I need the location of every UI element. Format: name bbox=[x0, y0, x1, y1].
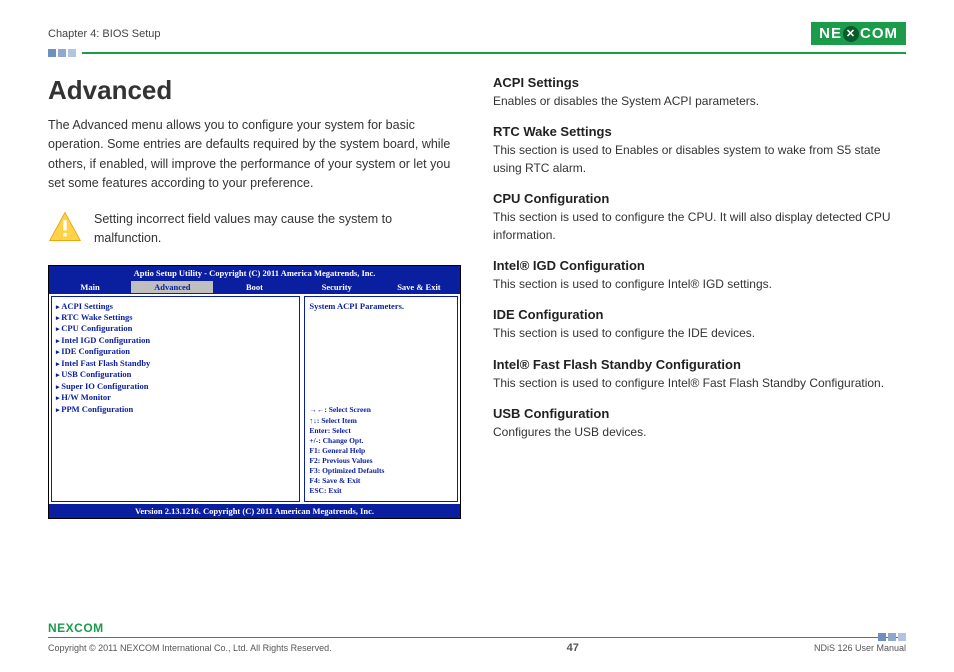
bios-tab-security: Security bbox=[296, 281, 378, 293]
bios-help-line: +/-: Change Opt. bbox=[309, 436, 453, 446]
chapter-label: Chapter 4: BIOS Setup bbox=[48, 28, 161, 40]
bios-tab-boot: Boot bbox=[213, 281, 295, 293]
bios-screenshot: Aptio Setup Utility - Copyright (C) 2011… bbox=[48, 265, 461, 519]
bios-menu-item: PPM Configuration bbox=[56, 404, 295, 415]
bios-menu-item: H/W Monitor bbox=[56, 392, 295, 403]
section-igd: Intel® IGD Configuration This section is… bbox=[493, 258, 906, 293]
bios-menu-item: IDE Configuration bbox=[56, 346, 295, 357]
footer-copyright: Copyright © 2011 NEXCOM International Co… bbox=[48, 643, 332, 653]
section-heading: ACPI Settings bbox=[493, 75, 906, 90]
footer-brand: NEXCOM bbox=[48, 621, 104, 635]
section-heading: Intel® Fast Flash Standby Configuration bbox=[493, 357, 906, 372]
brand-logo: NE✕COM bbox=[811, 22, 906, 45]
footer-rule bbox=[48, 637, 906, 638]
section-heading: RTC Wake Settings bbox=[493, 124, 906, 139]
bios-help-line: →←: Select Screen bbox=[309, 405, 453, 415]
section-text: Enables or disables the System ACPI para… bbox=[493, 93, 906, 110]
section-heading: CPU Configuration bbox=[493, 191, 906, 206]
bios-help-line: F1: General Help bbox=[309, 446, 453, 456]
bios-help-line: Enter: Select bbox=[309, 426, 453, 436]
section-text: This section is used to configure the CP… bbox=[493, 209, 906, 244]
section-heading: USB Configuration bbox=[493, 406, 906, 421]
page-title: Advanced bbox=[48, 75, 461, 106]
section-text: This section is used to configure Intel®… bbox=[493, 375, 906, 392]
page-number: 47 bbox=[567, 642, 579, 654]
section-rtc: RTC Wake Settings This section is used t… bbox=[493, 124, 906, 177]
section-heading: IDE Configuration bbox=[493, 307, 906, 322]
bios-version-bar: Version 2.13.1216. Copyright (C) 2011 Am… bbox=[49, 504, 460, 518]
bios-help-line: F2: Previous Values bbox=[309, 456, 453, 466]
intro-text: The Advanced menu allows you to configur… bbox=[48, 116, 461, 194]
bios-menu-item: CPU Configuration bbox=[56, 323, 295, 334]
bios-menu-item: ACPI Settings bbox=[56, 301, 295, 312]
bios-menu-list: ACPI Settings RTC Wake Settings CPU Conf… bbox=[51, 296, 300, 502]
bios-help-line: ESC: Exit bbox=[309, 486, 453, 496]
section-text: Configures the USB devices. bbox=[493, 424, 906, 441]
section-usb: USB Configuration Configures the USB dev… bbox=[493, 406, 906, 441]
section-cpu: CPU Configuration This section is used t… bbox=[493, 191, 906, 244]
bios-tab-advanced: Advanced bbox=[131, 281, 213, 293]
bios-help-line: ↑↓: Select Item bbox=[309, 416, 453, 426]
bios-tab-save-exit: Save & Exit bbox=[378, 281, 460, 293]
footer-doc-title: NDiS 126 User Manual bbox=[814, 643, 906, 653]
warning-text: Setting incorrect field values may cause… bbox=[94, 210, 461, 248]
section-text: This section is used to configure Intel®… bbox=[493, 276, 906, 293]
bios-title-bar: Aptio Setup Utility - Copyright (C) 2011… bbox=[49, 266, 460, 280]
section-acpi: ACPI Settings Enables or disables the Sy… bbox=[493, 75, 906, 110]
section-text: This section is used to Enables or disab… bbox=[493, 142, 906, 177]
bios-help-line: F4: Save & Exit bbox=[309, 476, 453, 486]
bios-help-panel: System ACPI Parameters. →←: Select Scree… bbox=[304, 296, 458, 502]
bios-help-line: F3: Optimized Defaults bbox=[309, 466, 453, 476]
bios-menu-item: USB Configuration bbox=[56, 369, 295, 380]
warning-block: Setting incorrect field values may cause… bbox=[48, 210, 461, 249]
warning-icon bbox=[48, 210, 82, 249]
section-ide: IDE Configuration This section is used t… bbox=[493, 307, 906, 342]
bios-tab-main: Main bbox=[49, 281, 131, 293]
bios-hint: System ACPI Parameters. bbox=[309, 301, 453, 311]
bios-menu-item: Intel IGD Configuration bbox=[56, 335, 295, 346]
bios-menu-item: Super IO Configuration bbox=[56, 381, 295, 392]
bios-menu-item: RTC Wake Settings bbox=[56, 312, 295, 323]
section-ffs: Intel® Fast Flash Standby Configuration … bbox=[493, 357, 906, 392]
bios-menu-item: Intel Fast Flash Standby bbox=[56, 358, 295, 369]
section-heading: Intel® IGD Configuration bbox=[493, 258, 906, 273]
bios-tabs: Main Advanced Boot Security Save & Exit bbox=[49, 280, 460, 294]
header-rule bbox=[48, 49, 906, 57]
section-text: This section is used to configure the ID… bbox=[493, 325, 906, 342]
